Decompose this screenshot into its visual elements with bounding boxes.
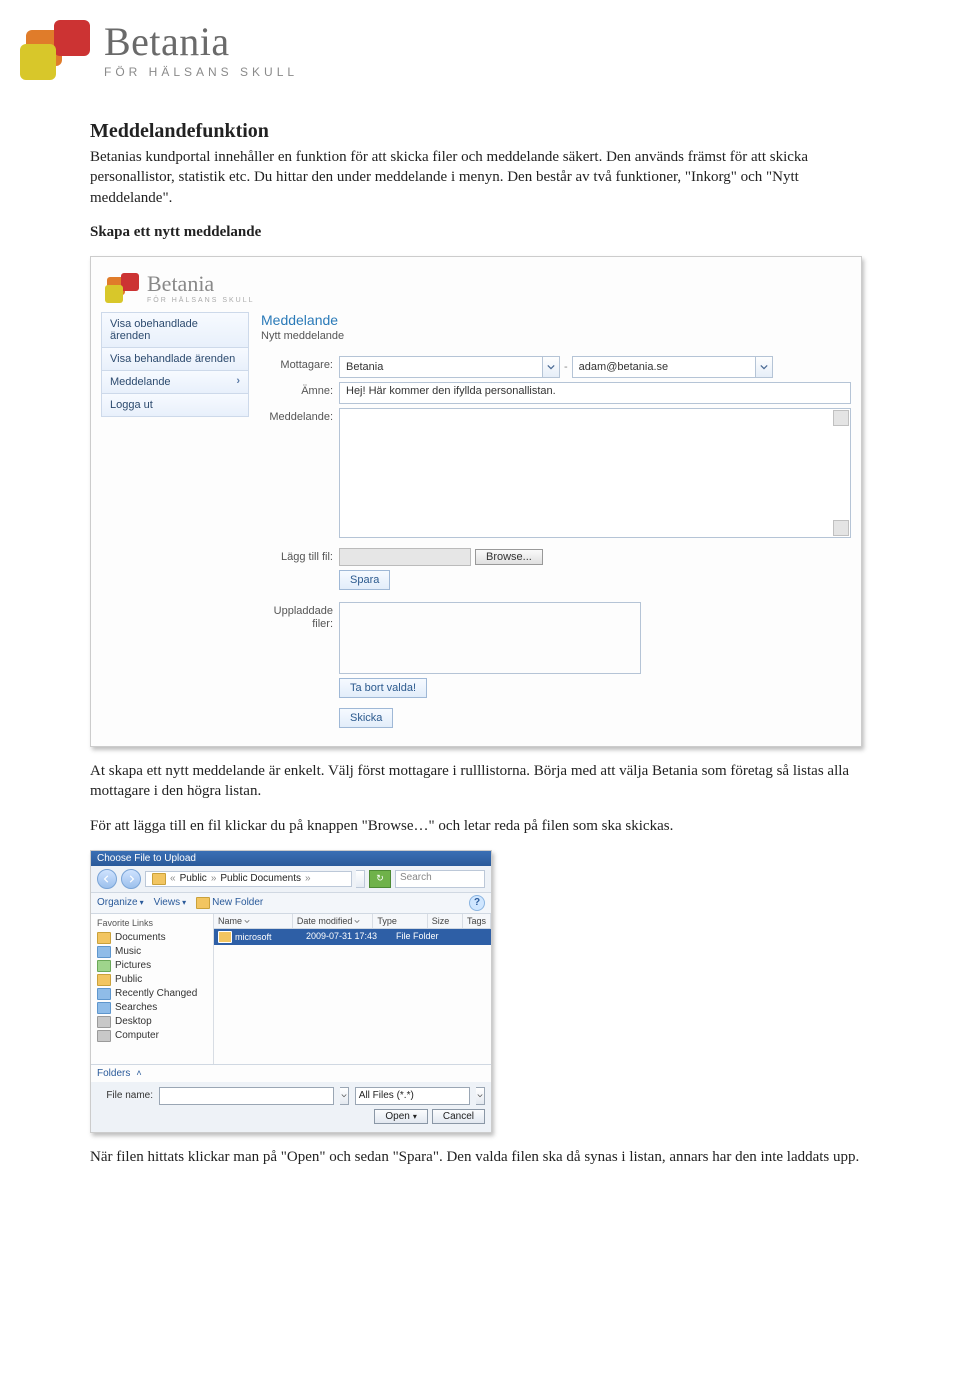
app-brand-tagline: FÖR HÄLSANS SKULL [147, 297, 255, 304]
folder-icon [196, 897, 210, 909]
scroll-down-icon[interactable] [833, 520, 849, 536]
dialog-title: Choose File to Upload [97, 853, 196, 864]
dialog-titlebar: Choose File to Upload [91, 851, 491, 866]
chevron-down-icon[interactable] [356, 870, 365, 888]
col-tags[interactable]: Tags [463, 914, 491, 928]
open-button[interactable]: Open▾ [374, 1109, 427, 1124]
page-title: Meddelandefunktion [90, 120, 870, 143]
favlink-music[interactable]: Music [97, 945, 207, 959]
uploaded-files-list[interactable] [339, 602, 641, 674]
views-button[interactable]: Views▾ [154, 897, 187, 908]
sidebar: Visa obehandlade ärenden Visa behandlade… [101, 312, 249, 732]
save-button[interactable]: Spara [339, 570, 390, 590]
label-recipient: Mottagare: [261, 356, 339, 371]
help-icon[interactable]: ? [469, 895, 485, 911]
screenshot-file-dialog: Choose File to Upload « Public » Public … [90, 850, 492, 1133]
favlink-pictures[interactable]: Pictures [97, 959, 207, 973]
remove-button[interactable]: Ta bort valda! [339, 678, 427, 698]
favorites-header: Favorite Links [97, 918, 207, 928]
refresh-button[interactable]: ↻ [369, 870, 391, 888]
filename-input[interactable] [159, 1087, 334, 1105]
label-uploaded: Uppladdade filer: [261, 602, 339, 631]
favlink-desktop[interactable]: Desktop [97, 1015, 207, 1029]
brand-name: Betania [104, 22, 298, 62]
brand-header: Betania FÖR HÄLSANS SKULL [20, 20, 870, 80]
screenshot-new-message: Betania FÖR HÄLSANS SKULL Visa obehandla… [90, 256, 862, 747]
file-row-selected[interactable]: microsoft 2009-07-31 17:43 File Folder [214, 929, 491, 945]
organize-button[interactable]: Organize▾ [97, 897, 144, 908]
label-addfile: Lägg till fil: [261, 548, 339, 563]
create-heading: Skapa ett nytt meddelande [90, 222, 870, 242]
intro-paragraph: Betanias kundportal innehåller en funkti… [90, 147, 870, 208]
folder-icon [152, 873, 166, 885]
file-path-field[interactable] [339, 548, 471, 566]
sidebar-item-handled[interactable]: Visa behandlade ärenden [101, 348, 249, 371]
favlink-computer[interactable]: Computer [97, 1029, 207, 1043]
breadcrumb[interactable]: « Public » Public Documents » [145, 871, 352, 887]
folders-toggle[interactable]: Folders [97, 1068, 130, 1079]
app-brand-name: Betania [147, 271, 255, 297]
col-date[interactable]: Date modified [293, 914, 374, 928]
favorites-pane: Favorite Links Documents Music Pictures … [91, 914, 214, 1064]
after-shot2: När filen hittats klickar man på "Open" … [90, 1147, 870, 1167]
brand-logo-icon [20, 20, 90, 80]
back-button[interactable] [97, 869, 117, 889]
col-size[interactable]: Size [428, 914, 463, 928]
label-filename: File name: [97, 1090, 153, 1101]
favlink-searches[interactable]: Searches [97, 1001, 207, 1015]
col-name[interactable]: Name [214, 914, 293, 928]
favlink-public[interactable]: Public [97, 973, 207, 987]
send-button[interactable]: Skicka [339, 708, 393, 728]
chevron-down-icon[interactable] [340, 1087, 349, 1105]
label-subject: Ämne: [261, 382, 339, 397]
chevron-down-icon[interactable] [543, 356, 560, 378]
file-list[interactable]: Name Date modified Type Size Tags micros… [214, 914, 491, 1064]
chevron-down-icon[interactable] [476, 1087, 485, 1105]
scroll-up-icon[interactable] [833, 410, 849, 426]
sidebar-item-unhandled[interactable]: Visa obehandlade ärenden [101, 312, 249, 348]
chevron-down-icon[interactable] [756, 356, 773, 378]
label-message: Meddelande: [261, 408, 339, 423]
recipient-separator: - [560, 361, 572, 373]
after-shot1-p2: För att lägga till en fil klickar du på … [90, 816, 870, 836]
subject-input[interactable]: Hej! Här kommer den ifyllda personallist… [339, 382, 851, 404]
search-input[interactable]: Search [395, 870, 485, 888]
recipient-company-select[interactable]: Betania [339, 356, 543, 378]
new-folder-button[interactable]: New Folder [196, 897, 263, 909]
forward-button[interactable] [121, 869, 141, 889]
col-type[interactable]: Type [373, 914, 427, 928]
favlink-documents[interactable]: Documents [97, 931, 207, 945]
main-title: Meddelande [261, 312, 851, 328]
chevron-up-icon[interactable]: ˄ [136, 1068, 141, 1078]
after-shot1-p1: At skapa ett nytt meddelande är enkelt. … [90, 761, 870, 802]
browse-button[interactable]: Browse... [475, 549, 543, 565]
recipient-email-select[interactable]: adam@betania.se [572, 356, 756, 378]
brand-tagline: FÖR HÄLSANS SKULL [104, 66, 298, 78]
filetype-select[interactable]: All Files (*.*) [355, 1087, 470, 1105]
main-subtitle: Nytt meddelande [261, 330, 851, 342]
sidebar-item-message[interactable]: Meddelande [101, 371, 249, 394]
message-textarea[interactable] [339, 408, 851, 538]
favlink-recent[interactable]: Recently Changed [97, 987, 207, 1001]
app-brand: Betania FÖR HÄLSANS SKULL [105, 271, 851, 304]
sidebar-item-logout[interactable]: Logga ut [101, 394, 249, 417]
cancel-button[interactable]: Cancel [432, 1109, 485, 1124]
